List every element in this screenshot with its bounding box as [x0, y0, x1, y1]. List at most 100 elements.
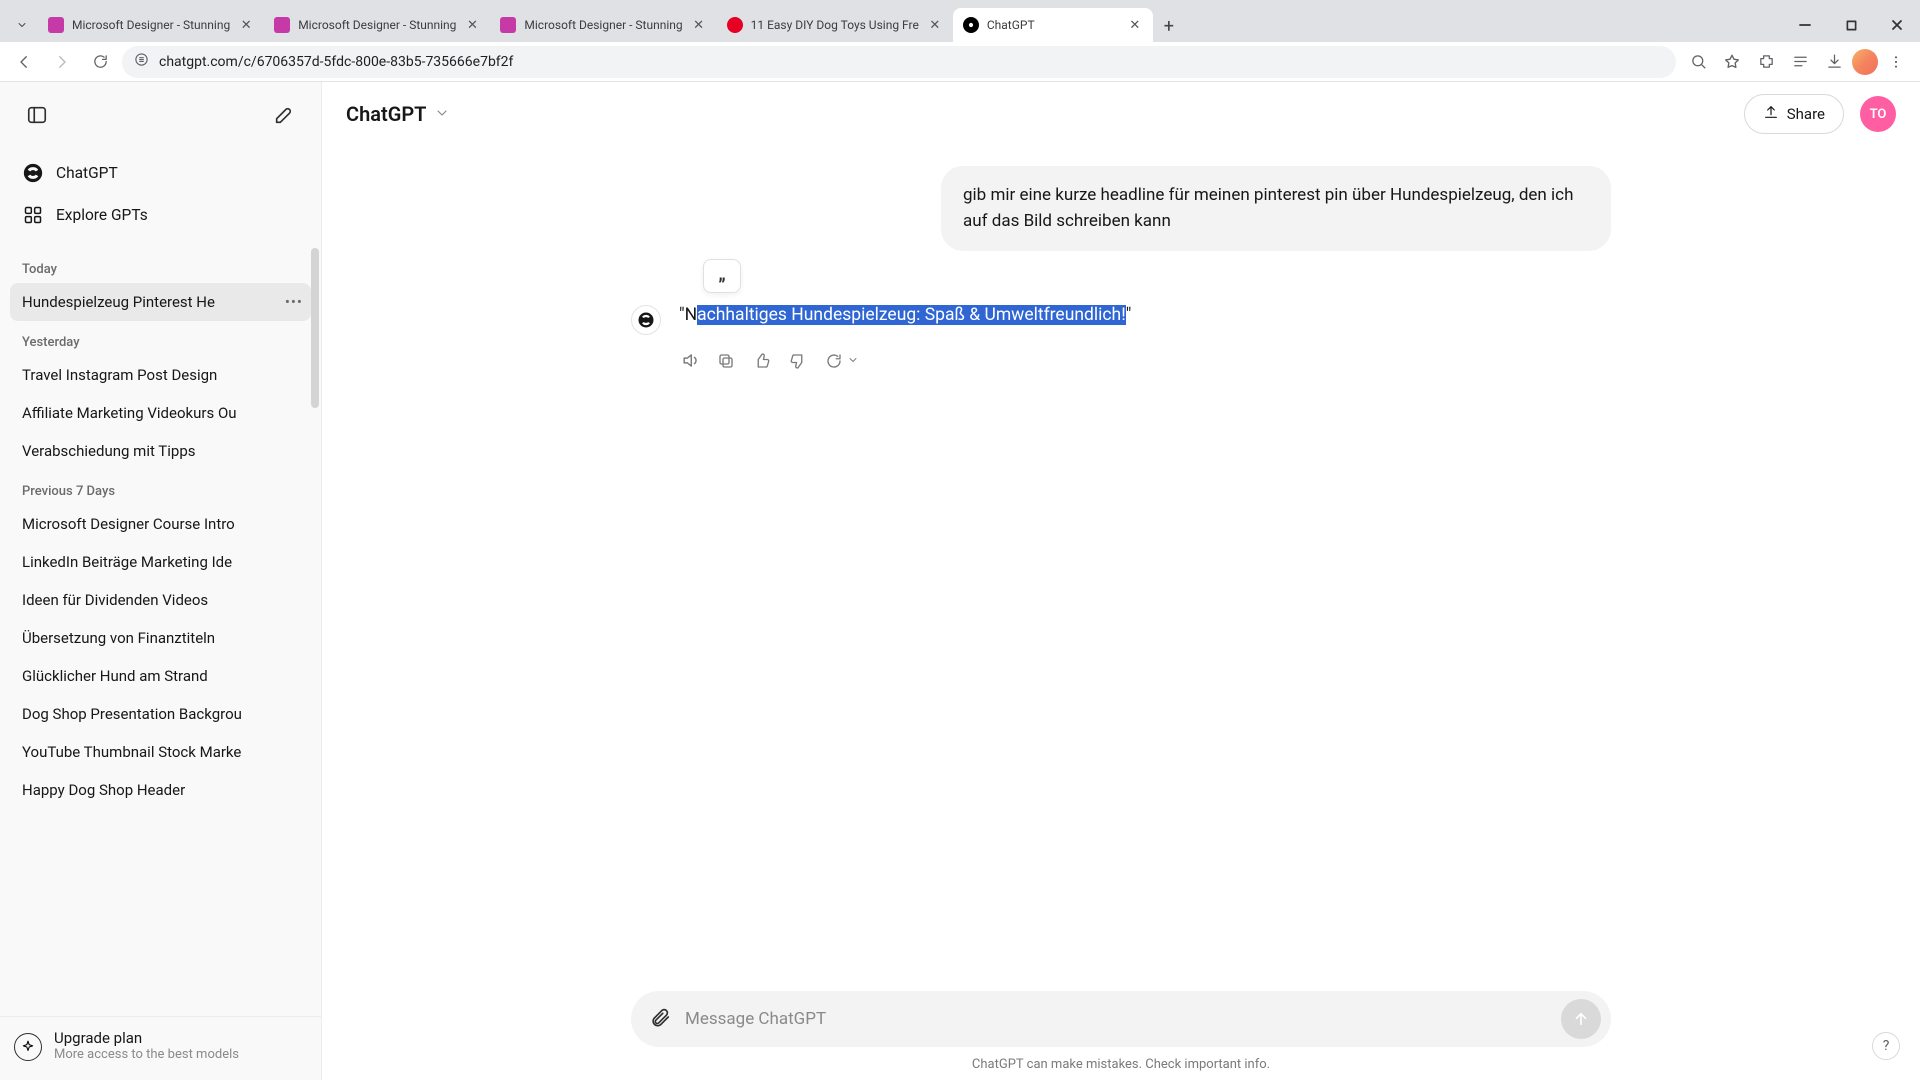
browser-tab[interactable]: 11 Easy DIY Dog Toys Using Fre ✕: [717, 8, 953, 42]
conversation-item[interactable]: Dog Shop Presentation Backgrou: [10, 695, 311, 733]
browser-menu-icon[interactable]: [1880, 46, 1912, 78]
grid-icon: [22, 204, 44, 226]
sidebar-item-chatgpt[interactable]: ChatGPT: [10, 152, 311, 194]
tab-close-icon[interactable]: ✕: [1127, 17, 1143, 33]
sidebar: ChatGPT Explore GPTs Today Hundespielzeu…: [0, 82, 322, 1080]
share-button[interactable]: Share: [1744, 94, 1844, 134]
favicon-pinterest-icon: [727, 17, 743, 33]
conversation-item[interactable]: Übersetzung von Finanztiteln: [10, 619, 311, 657]
assistant-text-selected[interactable]: achhaltiges Hundespielzeug: Spaß & Umwel…: [697, 305, 1126, 325]
conversation-item[interactable]: Microsoft Designer Course Intro: [10, 505, 311, 543]
chatgpt-app: ChatGPT Explore GPTs Today Hundespielzeu…: [0, 82, 1920, 1080]
conversation-title: Dog Shop Presentation Backgrou: [22, 705, 242, 723]
sidebar-item-label: ChatGPT: [56, 164, 118, 182]
nav-back-button[interactable]: [8, 46, 40, 78]
window-close-button[interactable]: [1874, 8, 1920, 42]
address-bar[interactable]: chatgpt.com/c/6706357d-5fdc-800e-83b5-73…: [122, 46, 1676, 78]
assistant-message[interactable]: „ "Nachhaltiges Hundespielzeug: Spaß & U…: [631, 301, 1611, 375]
conversation-item[interactable]: Happy Dog Shop Header: [10, 771, 311, 809]
conversation-title: Glücklicher Hund am Strand: [22, 667, 208, 685]
new-chat-button[interactable]: [265, 96, 303, 134]
share-label: Share: [1787, 105, 1825, 123]
chevron-down-icon: [434, 102, 450, 126]
sidebar-history[interactable]: Today Hundespielzeug Pinterest He ••• Ye…: [0, 248, 321, 1016]
conversation-area[interactable]: gib mir eine kurze headline für meinen p…: [322, 146, 1920, 1080]
tab-list-dropdown[interactable]: [6, 8, 38, 42]
conversation-item-active[interactable]: Hundespielzeug Pinterest He •••: [10, 283, 311, 321]
browser-profile-avatar[interactable]: [1852, 49, 1878, 75]
tab-close-icon[interactable]: ✕: [927, 17, 943, 33]
assistant-text-quote-close: ": [1126, 305, 1132, 325]
copy-button[interactable]: [715, 350, 737, 372]
browser-tab[interactable]: Microsoft Designer - Stunning ✕: [264, 8, 490, 42]
composer-area: Message ChatGPT ChatGPT can make mistake…: [322, 991, 1920, 1080]
upgrade-title: Upgrade plan: [54, 1029, 239, 1047]
extensions-icon[interactable]: [1750, 46, 1782, 78]
composer-input[interactable]: Message ChatGPT: [685, 1009, 1547, 1029]
regenerate-button[interactable]: [823, 350, 845, 372]
window-maximize-button[interactable]: [1828, 8, 1874, 42]
read-aloud-button[interactable]: [679, 350, 701, 372]
scrollbar-thumb[interactable]: [311, 248, 319, 408]
conversation-title: YouTube Thumbnail Stock Marke: [22, 743, 241, 761]
conversation-title: LinkedIn Beiträge Marketing Ide: [22, 553, 232, 571]
collapse-sidebar-button[interactable]: [18, 96, 56, 134]
browser-tab[interactable]: Microsoft Designer - Stunning ✕: [38, 8, 264, 42]
composer[interactable]: Message ChatGPT: [631, 991, 1611, 1047]
main-header: ChatGPT Share TO: [322, 82, 1920, 146]
browser-tab[interactable]: Microsoft Designer - Stunning ✕: [490, 8, 716, 42]
user-avatar[interactable]: TO: [1860, 96, 1896, 132]
new-tab-button[interactable]: +: [1153, 10, 1185, 42]
conversation-item[interactable]: Ideen für Dividenden Videos: [10, 581, 311, 619]
browser-tab-active[interactable]: ChatGPT ✕: [953, 8, 1153, 42]
window-minimize-button[interactable]: [1782, 8, 1828, 42]
sidebar-item-explore-gpts[interactable]: Explore GPTs: [10, 194, 311, 236]
favicon-designer-icon: [48, 17, 64, 33]
send-button[interactable]: [1561, 999, 1601, 1039]
zoom-icon[interactable]: [1682, 46, 1714, 78]
attach-button[interactable]: [649, 1006, 671, 1032]
reading-list-icon[interactable]: [1784, 46, 1816, 78]
url-text: chatgpt.com/c/6706357d-5fdc-800e-83b5-73…: [159, 54, 513, 70]
user-message[interactable]: gib mir eine kurze headline für meinen p…: [941, 166, 1611, 251]
help-button[interactable]: ?: [1872, 1032, 1900, 1060]
conversation-item[interactable]: YouTube Thumbnail Stock Marke: [10, 733, 311, 771]
chatgpt-logo-icon: [631, 305, 661, 335]
conversation-item[interactable]: LinkedIn Beiträge Marketing Ide: [10, 543, 311, 581]
model-selector[interactable]: ChatGPT: [346, 102, 450, 126]
main-panel: ChatGPT Share TO gib mir eine kurze head…: [322, 82, 1920, 1080]
tab-close-icon[interactable]: ✕: [238, 17, 254, 33]
thumbs-up-button[interactable]: [751, 350, 773, 372]
tab-close-icon[interactable]: ✕: [464, 17, 480, 33]
site-info-icon[interactable]: [134, 52, 149, 71]
nav-reload-button[interactable]: [84, 46, 116, 78]
conversation-title: Microsoft Designer Course Intro: [22, 515, 235, 533]
model-label: ChatGPT: [346, 102, 426, 126]
upgrade-subtitle: More access to the best models: [54, 1047, 239, 1062]
conversation-item[interactable]: Glücklicher Hund am Strand: [10, 657, 311, 695]
thumbs-down-button[interactable]: [787, 350, 809, 372]
downloads-icon[interactable]: [1818, 46, 1850, 78]
window-controls: [1782, 8, 1920, 42]
favicon-chatgpt-icon: [963, 17, 979, 33]
tab-close-icon[interactable]: ✕: [691, 17, 707, 33]
user-message-text: gib mir eine kurze headline für meinen p…: [963, 185, 1573, 231]
bookmark-star-icon[interactable]: [1716, 46, 1748, 78]
favicon-designer-icon: [274, 17, 290, 33]
quote-selection-button[interactable]: „: [703, 259, 741, 293]
chatgpt-logo-icon: [22, 162, 44, 184]
nav-forward-button[interactable]: [46, 46, 78, 78]
conversation-more-icon[interactable]: •••: [285, 293, 303, 311]
upgrade-plan-button[interactable]: Upgrade plan More access to the best mod…: [0, 1016, 321, 1080]
tab-title: Microsoft Designer - Stunning: [524, 18, 682, 32]
conversation-title: Affiliate Marketing Videokurs Ou: [22, 404, 237, 422]
conversation-item[interactable]: Travel Instagram Post Design: [10, 356, 311, 394]
sidebar-section-label: Today: [10, 248, 311, 283]
conversation-title: Verabschiedung mit Tipps: [22, 442, 196, 460]
chevron-down-icon[interactable]: [847, 347, 859, 375]
conversation-title: Hundespielzeug Pinterest He: [22, 293, 215, 311]
browser-toolbar: chatgpt.com/c/6706357d-5fdc-800e-83b5-73…: [0, 42, 1920, 82]
browser-titlebar: Microsoft Designer - Stunning ✕ Microsof…: [0, 0, 1920, 42]
conversation-item[interactable]: Affiliate Marketing Videokurs Ou: [10, 394, 311, 432]
conversation-item[interactable]: Verabschiedung mit Tipps: [10, 432, 311, 470]
